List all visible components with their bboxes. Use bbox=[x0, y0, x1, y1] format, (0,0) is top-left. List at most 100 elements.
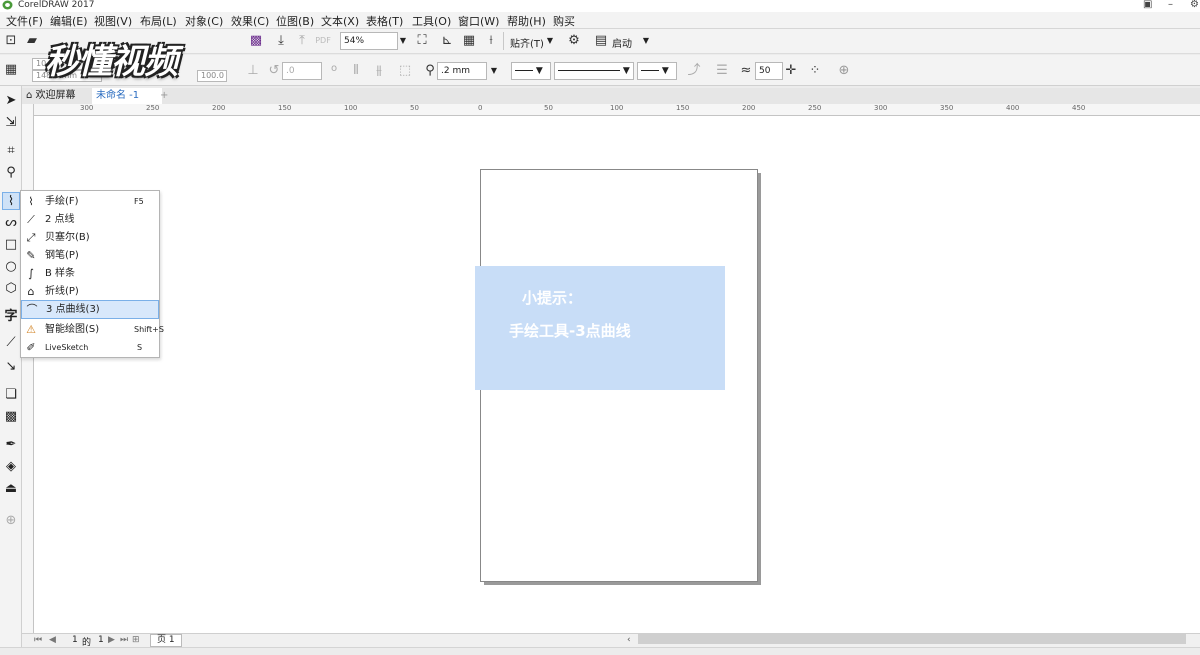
page-tab[interactable]: 页 1 bbox=[150, 634, 182, 647]
zoom-level-field[interactable]: 54% bbox=[340, 32, 398, 50]
chevron-down-icon[interactable]: ▼ bbox=[489, 62, 499, 80]
import-icon[interactable]: ▩ bbox=[248, 33, 264, 49]
flyout-item-polyline[interactable]: ⌂ 折线(P) bbox=[21, 283, 159, 301]
angle-field[interactable]: .0 bbox=[282, 62, 322, 80]
ruler-tick: 250 bbox=[808, 104, 822, 112]
chevron-down-icon[interactable]: ▼ bbox=[398, 32, 408, 50]
rulers-icon[interactable]: ⊾ bbox=[439, 33, 455, 49]
full-screen-icon[interactable]: ⛶ bbox=[414, 33, 430, 49]
menu-object[interactable]: 对象(C) bbox=[185, 13, 223, 29]
parallel-dimension-icon[interactable]: ⟋ bbox=[2, 334, 20, 352]
user-icon[interactable]: ▣ bbox=[1143, 0, 1152, 10]
smart-fill-icon[interactable]: ⏏ bbox=[2, 480, 20, 498]
object-origin-icon[interactable]: ▦ bbox=[3, 62, 19, 78]
zoom-tool-icon[interactable]: ⚲ bbox=[2, 164, 20, 182]
menu-layout[interactable]: 布局(L) bbox=[140, 13, 177, 29]
open-folder-icon[interactable]: ▰ bbox=[24, 33, 40, 49]
menu-edit[interactable]: 编辑(E) bbox=[50, 13, 88, 29]
close-curve-icon[interactable]: ⤴ bbox=[686, 63, 702, 79]
standard-toolbar: ⊡ ▰ ▩ ⤓ ⤒ PDF 54% ▼ ⛶ ⊾ ▦ ⟊ 贴齐(T) ▼ ⚙ ▤ … bbox=[0, 29, 1200, 54]
polygon-tool-icon[interactable]: ⬡ bbox=[2, 280, 20, 298]
rotate-icon[interactable]: ↺ bbox=[266, 63, 282, 79]
flyout-item-livesketch[interactable]: ✐ LiveSketch S bbox=[21, 339, 159, 357]
flyout-item-smart-drawing[interactable]: ⚠ 智能绘图(S) Shift+S bbox=[21, 321, 164, 339]
outline-sketch-icon[interactable]: ⁘ bbox=[807, 63, 823, 79]
publish-pdf-icon[interactable]: PDF bbox=[315, 33, 331, 49]
flyout-item-three-point-curve[interactable]: ⌒ 3 点曲线(3) bbox=[21, 300, 159, 319]
shape-tool-icon[interactable]: ⇲ bbox=[2, 114, 20, 132]
new-tab-icon[interactable]: + bbox=[156, 88, 172, 105]
export-arrow-icon[interactable]: ⤒ bbox=[294, 33, 310, 49]
document-tabs: ⌂ 欢迎屏幕 未命名 -1 + bbox=[22, 88, 1200, 105]
flyout-item-two-point-line[interactable]: ⟋ 2 点线 bbox=[21, 211, 159, 229]
launch-menu[interactable]: 启动 bbox=[612, 35, 632, 50]
minimize-button[interactable]: – bbox=[1168, 0, 1173, 10]
gear-icon[interactable]: ⚙ bbox=[566, 33, 582, 49]
grid-icon[interactable]: ▦ bbox=[461, 33, 477, 49]
add-page-icon[interactable]: ⊞ bbox=[132, 635, 140, 645]
line-style-select[interactable]: ▼ bbox=[554, 62, 634, 80]
chevron-down-icon[interactable]: ▼ bbox=[545, 32, 555, 50]
tab-document[interactable]: 未命名 -1 bbox=[92, 88, 162, 105]
page-nav-next-icon[interactable]: ▶ bbox=[108, 635, 115, 645]
menu-view[interactable]: 视图(V) bbox=[94, 13, 132, 29]
flyout-item-label: 钢笔(P) bbox=[45, 250, 79, 261]
menu-text[interactable]: 文本(X) bbox=[321, 13, 359, 29]
vertical-ruler[interactable] bbox=[22, 104, 34, 634]
ellipse-tool-icon[interactable]: ○ bbox=[2, 258, 20, 276]
scale-field[interactable]: 100.0 bbox=[197, 70, 227, 82]
artistic-media-icon[interactable]: ᔕ bbox=[2, 214, 20, 232]
menu-bitmaps[interactable]: 位图(B) bbox=[276, 13, 314, 29]
page-nav-last-icon[interactable]: ⏭ bbox=[120, 635, 128, 645]
menu-file[interactable]: 文件(F) bbox=[6, 13, 43, 29]
add-icon[interactable]: ⊕ bbox=[836, 63, 852, 79]
snap-to-menu[interactable]: 贴齐(T) bbox=[510, 35, 544, 50]
text-tool-icon[interactable]: 字 bbox=[2, 308, 20, 326]
transform-icon[interactable]: ⬚ bbox=[397, 63, 413, 79]
menu-buy[interactable]: 购买 bbox=[553, 13, 575, 29]
menu-help[interactable]: 帮助(H) bbox=[507, 13, 546, 29]
horizontal-ruler[interactable]: 300 250 200 150 100 50 0 50 100 150 200 … bbox=[34, 104, 1200, 116]
import-arrow-icon[interactable]: ⤓ bbox=[273, 33, 289, 49]
start-arrowhead-select[interactable]: ▼ bbox=[511, 62, 551, 80]
crop-tool-icon[interactable]: ⌗ bbox=[2, 142, 20, 160]
launch-icon[interactable]: ▤ bbox=[593, 33, 609, 49]
horizontal-scrollbar[interactable] bbox=[638, 634, 1186, 644]
menu-effects[interactable]: 效果(C) bbox=[231, 13, 269, 29]
lock-ratio-icon[interactable]: ⊥ bbox=[245, 63, 261, 79]
livesketch-icon: ✐ bbox=[26, 341, 36, 354]
page-nav-prev-icon[interactable]: ◀ bbox=[49, 635, 56, 645]
outline-width-field[interactable]: .2 mm bbox=[437, 62, 487, 80]
menu-table[interactable]: 表格(T) bbox=[366, 13, 403, 29]
scroll-left-icon[interactable]: ‹ bbox=[627, 635, 631, 645]
tab-welcome[interactable]: ⌂ 欢迎屏幕 bbox=[22, 88, 80, 105]
mirror-horizontal-icon[interactable]: ⫴ bbox=[348, 63, 364, 79]
connector-tool-icon[interactable]: ↘ bbox=[2, 358, 20, 376]
page-nav-first-icon[interactable]: ⏮ bbox=[34, 635, 42, 645]
rectangle-tool-icon[interactable]: □ bbox=[2, 236, 20, 254]
chevron-down-icon[interactable]: ▼ bbox=[641, 32, 651, 50]
toolbox: ➤ ⇲ ⌗ ⚲ ⌇ ᔕ □ ○ ⬡ 字 ⟋ ↘ ❏ ▩ ✒ ◈ ⏏ ⊕ bbox=[0, 86, 22, 655]
end-arrowhead-select[interactable]: ▼ bbox=[637, 62, 677, 80]
interactive-fill-icon[interactable]: ◈ bbox=[2, 458, 20, 476]
smoothing-slider-icon[interactable]: ✛ bbox=[783, 63, 799, 79]
menu-tools[interactable]: 工具(O) bbox=[412, 13, 451, 29]
menu-window[interactable]: 窗口(W) bbox=[458, 13, 499, 29]
flyout-item-freehand[interactable]: ⌇ 手绘(F) F5 bbox=[21, 193, 159, 211]
drop-shadow-icon[interactable]: ❏ bbox=[2, 386, 20, 404]
eyedropper-icon[interactable]: ✒ bbox=[2, 436, 20, 454]
pick-tool-icon[interactable]: ➤ bbox=[2, 92, 20, 110]
new-document-icon[interactable]: ⊡ bbox=[3, 33, 19, 49]
settings-icon[interactable]: ⚙ bbox=[1190, 0, 1199, 10]
guidelines-icon[interactable]: ⟊ bbox=[483, 33, 499, 49]
smoothing-field[interactable]: 50 bbox=[755, 62, 783, 80]
flyout-item-pen[interactable]: ✎ 钢笔(P) bbox=[21, 247, 159, 265]
add-tool-icon[interactable]: ⊕ bbox=[2, 512, 20, 530]
transparency-icon[interactable]: ▩ bbox=[2, 408, 20, 426]
flyout-item-b-spline[interactable]: ∫ B 样条 bbox=[21, 265, 159, 283]
freehand-tool-icon[interactable]: ⌇ bbox=[2, 192, 20, 210]
smoothing-icon: ≈ bbox=[740, 63, 752, 78]
wrap-text-icon[interactable]: ☰ bbox=[714, 63, 730, 79]
flyout-item-bezier[interactable]: ⤢ 贝塞尔(B) bbox=[21, 229, 159, 247]
mirror-vertical-icon[interactable]: ⫵ bbox=[371, 63, 387, 79]
